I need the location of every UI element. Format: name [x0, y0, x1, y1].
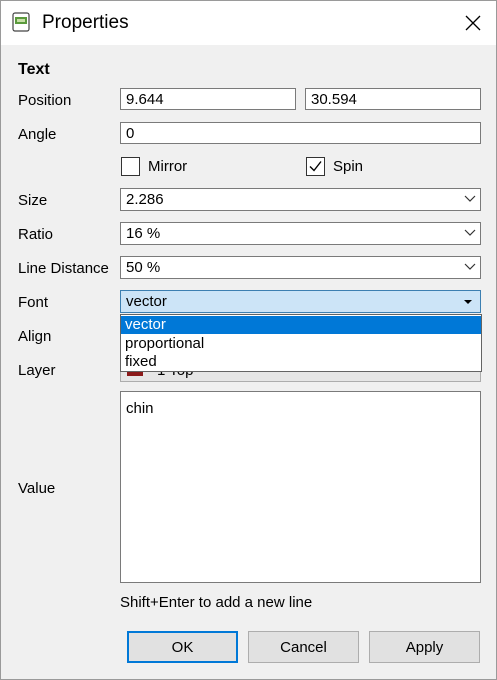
font-dropdown-list: vector proportional fixed	[120, 314, 482, 372]
angle-label: Angle	[18, 126, 57, 143]
hint-text: Shift+Enter to add a new line	[120, 594, 313, 611]
align-label: Align	[18, 328, 52, 345]
line-distance-combobox[interactable]: 50 %	[120, 256, 481, 279]
position-y-input[interactable]: 30.594	[305, 88, 481, 110]
ratio-combobox[interactable]: 16 %	[120, 222, 481, 245]
window-title: Properties	[42, 12, 129, 33]
ok-button[interactable]: OK	[127, 631, 238, 663]
font-option-fixed[interactable]: fixed	[121, 353, 481, 371]
ratio-value: 16 %	[126, 225, 161, 242]
spin-label: Spin	[333, 158, 364, 175]
line-distance-label: Line Distance	[18, 260, 109, 277]
value-label: Value	[18, 480, 56, 497]
position-label: Position	[18, 92, 72, 109]
size-combobox[interactable]: 2.286	[120, 188, 481, 211]
position-x-input[interactable]: 9.644	[120, 88, 296, 110]
font-value: vector	[126, 293, 167, 310]
close-icon	[465, 15, 481, 31]
font-option-proportional[interactable]: proportional	[121, 335, 481, 353]
angle-input[interactable]: 0	[120, 122, 481, 144]
spin-checkbox[interactable]	[306, 157, 325, 176]
value-textarea[interactable]: chin	[120, 391, 481, 583]
checkmark-icon	[309, 161, 322, 172]
properties-dialog: Properties Text Position 9.644 30.594 An…	[0, 0, 497, 680]
line-distance-value: 50 %	[126, 259, 161, 276]
cancel-button[interactable]: Cancel	[248, 631, 359, 663]
layer-label: Layer	[18, 362, 56, 379]
chevron-down-icon	[464, 229, 476, 236]
mirror-label: Mirror	[148, 158, 188, 175]
ratio-label: Ratio	[18, 226, 54, 243]
section-title: Text	[18, 61, 50, 78]
size-value: 2.286	[126, 191, 164, 208]
pcb-chip-icon	[12, 12, 30, 32]
chevron-down-icon	[464, 195, 476, 202]
size-label: Size	[18, 192, 48, 209]
font-option-vector[interactable]: vector	[121, 316, 481, 334]
chevron-down-icon	[464, 263, 476, 270]
mirror-checkbox[interactable]	[121, 157, 140, 176]
font-label: Font	[18, 294, 49, 311]
title-bar: Properties	[1, 1, 496, 45]
apply-button[interactable]: Apply	[369, 631, 480, 663]
close-button[interactable]	[453, 6, 493, 40]
dropdown-arrow-icon	[464, 300, 472, 304]
font-combobox[interactable]: vector	[120, 290, 481, 313]
